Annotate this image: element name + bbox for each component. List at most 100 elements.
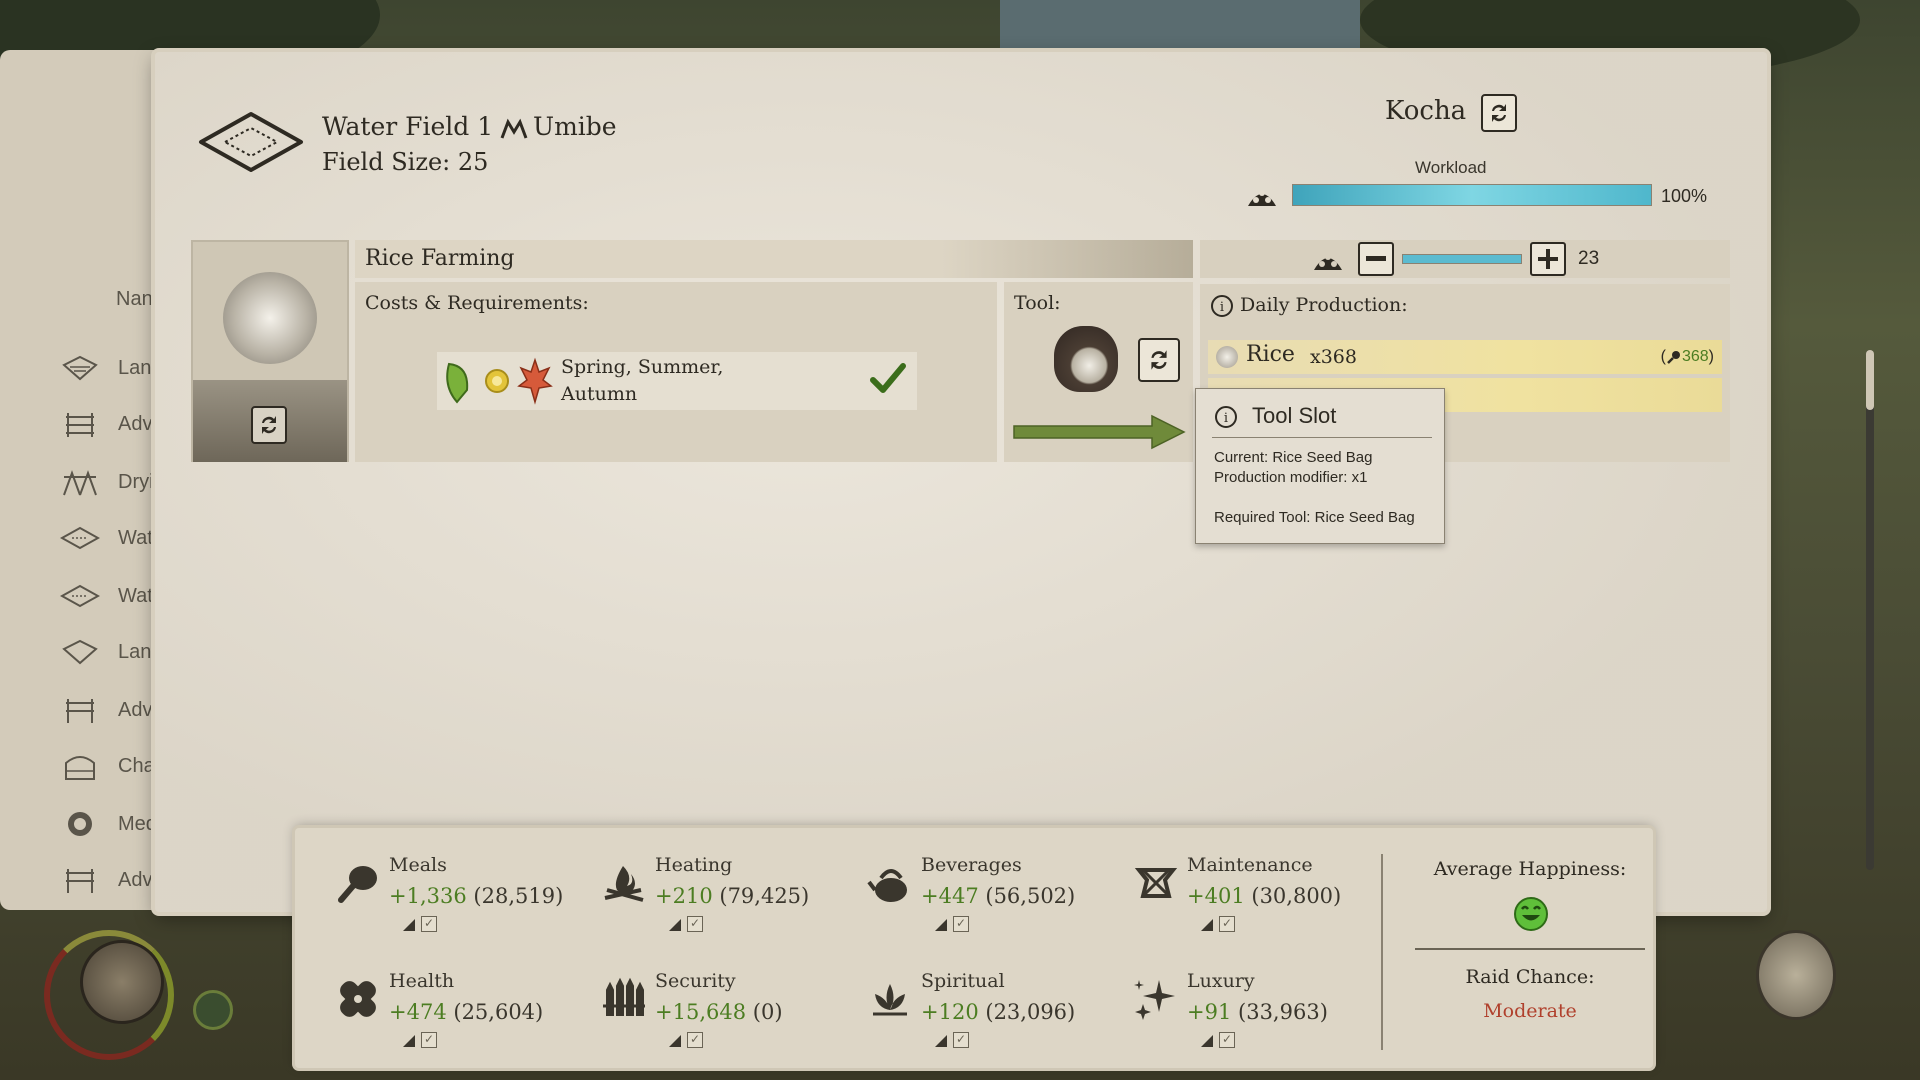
workload-bar-fill: [1293, 185, 1651, 205]
list-item-label: Lan: [118, 356, 152, 379]
stat-name: Maintenance: [1187, 854, 1313, 876]
hud-status-icon[interactable]: [193, 990, 233, 1030]
swap-icon: [1151, 350, 1167, 370]
happiness-label: Average Happiness:: [1433, 858, 1627, 880]
medicine-icon: [68, 812, 92, 836]
stat-flags: ✓: [1199, 1032, 1235, 1048]
svg-text:i: i: [1224, 411, 1228, 426]
stat-value: +91 (33,963): [1187, 1000, 1328, 1024]
stat-checkbox[interactable]: ✓: [953, 1032, 969, 1048]
list-item[interactable]: Adv: [60, 404, 152, 444]
production-item-row[interactable]: Rice x368 (368): [1208, 340, 1722, 374]
summer-sun-icon: [485, 369, 509, 393]
raid-chance-label: Raid Chance:: [1465, 966, 1595, 988]
list-item[interactable]: Wate: [60, 518, 164, 558]
stat-checkbox[interactable]: ✓: [687, 916, 703, 932]
stat-checkbox[interactable]: ✓: [1219, 1032, 1235, 1048]
list-item[interactable]: Lan: [60, 632, 151, 672]
field-size: Field Size: 25: [322, 148, 489, 176]
scrollbar-thumb[interactable]: [1866, 350, 1874, 410]
stat-checkbox[interactable]: ✓: [1219, 916, 1235, 932]
stats-divider: [1381, 854, 1383, 1050]
region-name: Umibe: [533, 112, 617, 141]
list-item[interactable]: Med: [60, 804, 157, 844]
autumn-leaf-icon: [517, 357, 553, 405]
costs-panel: Costs & Requirements: Spring, Summer, Au…: [355, 282, 997, 462]
stat-flags: ✓: [933, 1032, 969, 1048]
swap-recipe-button[interactable]: [251, 406, 287, 444]
stat-value: +15,648 (0): [655, 1000, 783, 1024]
hud-season-dial[interactable]: [1756, 930, 1836, 1020]
worker-flag-icon: [935, 919, 947, 931]
recipe-header: Rice Farming: [355, 240, 1193, 278]
worker-flag-icon: [1201, 1035, 1213, 1047]
rice-seed-bag-icon[interactable]: [1054, 326, 1118, 392]
key-icon: [1667, 351, 1680, 364]
list-item[interactable]: Lan: [60, 348, 151, 388]
info-icon[interactable]: i: [1210, 294, 1234, 318]
workload-bar: [1292, 184, 1652, 206]
list-header: Nan: [116, 288, 153, 310]
stat-checkbox[interactable]: ✓: [421, 916, 437, 932]
stat-value: +401 (30,800): [1187, 884, 1342, 908]
swap-tool-button[interactable]: [1138, 338, 1180, 382]
stat-flags: ✓: [1199, 916, 1235, 932]
field-icon: [62, 639, 98, 665]
stat-checkbox[interactable]: ✓: [421, 1032, 437, 1048]
stat-flags: ✓: [933, 916, 969, 932]
rack-icon: [66, 869, 94, 893]
increase-workers-button[interactable]: [1530, 242, 1566, 276]
worker-name: Kocha: [1385, 96, 1467, 126]
stat-health: Health +474 (25,604) ✓: [335, 960, 595, 1060]
stat-value: +1,336 (28,519): [389, 884, 564, 908]
scrollbar[interactable]: [1866, 350, 1874, 870]
production-item-name: Rice: [1246, 342, 1295, 367]
rack-icon: [66, 413, 94, 437]
workload-label: Workload: [1415, 158, 1487, 177]
happiness-divider: [1415, 948, 1645, 950]
recipe-name: Rice Farming: [365, 246, 515, 271]
stat-maintenance: Maintenance +401 (30,800) ✓: [1133, 844, 1393, 944]
worker-flag-icon: [669, 1035, 681, 1047]
stat-spiritual: Spiritual +120 (23,096) ✓: [867, 960, 1127, 1060]
kiln-icon: [65, 756, 95, 780]
tool-slot-tooltip: i Tool Slot Current: Rice Seed Bag Produ…: [1195, 388, 1445, 544]
stat-checkbox[interactable]: ✓: [953, 916, 969, 932]
list-item-label: Adv: [118, 412, 153, 435]
hud-clan-emblem[interactable]: [80, 940, 164, 1024]
water-field-icon: [60, 584, 100, 608]
stat-checkbox[interactable]: ✓: [687, 1032, 703, 1048]
worker-flag-icon: [669, 919, 681, 931]
production-arrow-icon: [1013, 414, 1186, 450]
water-field-icon: [60, 526, 100, 550]
raid-chance-value: Moderate: [1483, 1000, 1577, 1022]
season-requirement: Spring, Summer, Autumn: [437, 352, 917, 410]
stat-security: Security +15,648 (0) ✓: [601, 960, 861, 1060]
list-item[interactable]: Adv: [60, 690, 152, 730]
stat-value: +474 (25,604): [389, 1000, 544, 1024]
stat-name: Luxury: [1187, 970, 1255, 992]
workload-value: 100%: [1661, 186, 1708, 206]
swap-icon: [1492, 104, 1506, 122]
swap-worker-button[interactable]: [1481, 94, 1517, 132]
worker-count-row: 23: [1200, 240, 1730, 278]
decrease-workers-button[interactable]: [1358, 242, 1394, 276]
list-item-label: Dryi: [118, 470, 154, 493]
list-item[interactable]: Cha: [60, 746, 155, 786]
stat-meals: Meals +1,336 (28,519) ✓: [335, 844, 595, 944]
workers-slider[interactable]: [1402, 254, 1522, 264]
swap-icon: [262, 416, 276, 434]
stat-luxury: Luxury +91 (33,963) ✓: [1133, 960, 1393, 1060]
tool-label: Tool:: [1014, 292, 1061, 314]
list-item-label: Wat: [118, 584, 153, 607]
tooltip-required: Required Tool: Rice Seed Bag: [1214, 509, 1415, 526]
palisade-icon: [603, 977, 645, 1016]
list-item[interactable]: Dryi: [60, 462, 154, 502]
list-item[interactable]: Adv: [60, 860, 152, 900]
tooltip-modifier: Production modifier: x1: [1214, 469, 1368, 486]
tooltip-current: Current: Rice Seed Bag: [1214, 449, 1373, 466]
sparkle-icon: [1134, 980, 1175, 1020]
list-item[interactable]: Wat: [60, 576, 153, 616]
costs-label: Costs & Requirements:: [365, 292, 589, 314]
stat-name: Spiritual: [921, 970, 1005, 992]
